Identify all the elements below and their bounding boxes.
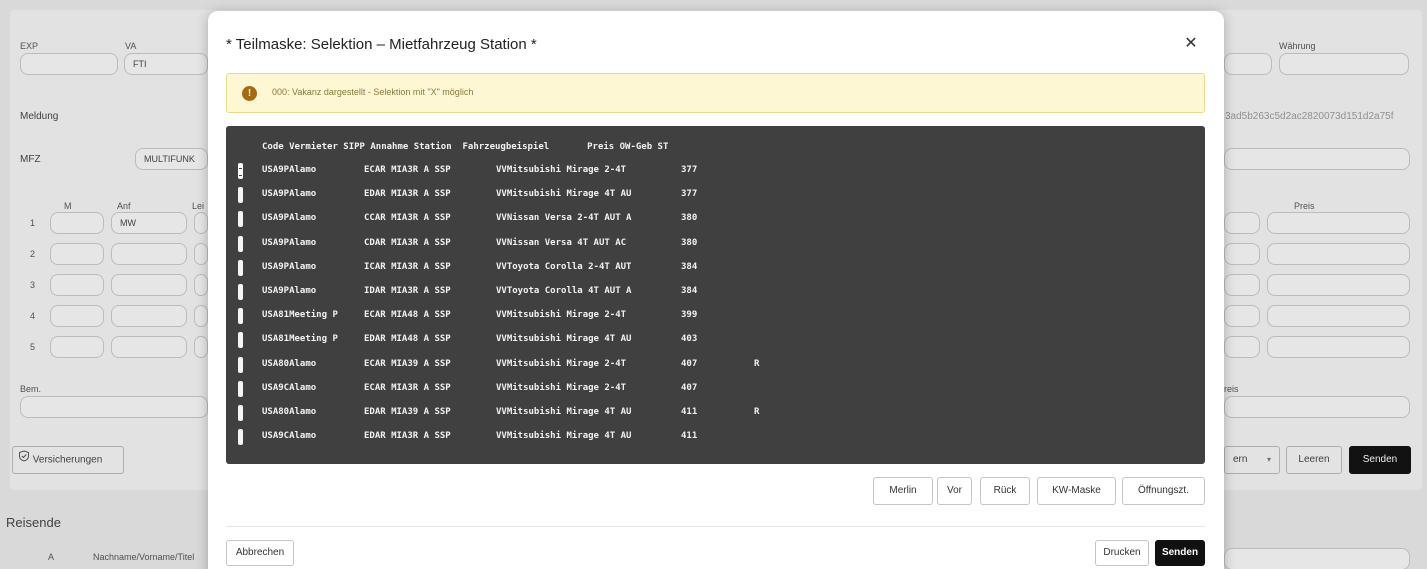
row-sipp: ICAR MIA3R A SSP — [364, 261, 451, 272]
drucken-button[interactable]: Drucken — [1095, 540, 1149, 566]
row-st: R — [754, 407, 760, 417]
row-sipp: CCAR MIA3R A SSP — [364, 213, 451, 224]
row-code: USA9CAlamo — [262, 382, 317, 393]
terminal-header: Code Vermieter SIPP Annahme Station Fahr… — [262, 142, 669, 152]
row-car: VVMitsubishi Mirage 2-4T — [496, 382, 627, 393]
row-price: 384 — [681, 286, 698, 296]
oeffnungszeiten-button[interactable]: Öffnungszt. — [1122, 477, 1205, 505]
row-sipp: ECAR MIA3R A SSP — [364, 382, 451, 393]
modal-title: * Teilmaske: Selektion – Mietfahrzeug St… — [226, 36, 537, 53]
selection-field[interactable] — [238, 380, 243, 397]
row-code: USA9PAlamo — [262, 213, 317, 224]
selection-field[interactable] — [238, 187, 243, 204]
row-st: R — [754, 358, 760, 369]
terminal-row[interactable]: USA9CAlamo ECAR MIA3R A SSP VVMitsubishi M… — [226, 378, 1205, 402]
row-code: USA81Meeting P — [262, 334, 338, 345]
row-sipp: CDAR MIA3R A SSP — [364, 237, 451, 248]
close-icon: ✕ — [1184, 35, 1198, 52]
row-sipp: EDAR MIA39 A SSP — [364, 407, 451, 417]
row-code: USA9PAlamo — [262, 165, 317, 175]
row-price: 411 — [681, 407, 698, 417]
terminal-row[interactable]: USA80Alamo ECAR MIA39 A SSP VVMitsubishi M… — [226, 354, 1205, 378]
selection-field[interactable] — [238, 235, 243, 252]
close-button[interactable]: ✕ — [1180, 33, 1202, 55]
row-car: VVMitsubishi Mirage 4T AU — [496, 334, 632, 345]
modal-divider — [226, 526, 1205, 527]
vor-button[interactable]: Vor — [937, 477, 972, 505]
row-code: USA9PAlamo — [262, 189, 317, 200]
row-car: VVNissan Versa 4T AUT AC — [496, 237, 627, 248]
terminal-row[interactable]: USA9PAlamo IDAR MIA3R A SSP VVToyota Corol… — [226, 281, 1205, 305]
row-car: VVToyota Corolla 4T AUT A — [496, 286, 632, 296]
selection-modal: * Teilmaske: Selektion – Mietfahrzeug St… — [208, 11, 1224, 569]
abbrechen-button[interactable]: Abbrechen — [226, 540, 294, 566]
row-car: VVToyota Corolla 2-4T AUT — [496, 261, 632, 272]
row-car: VVMitsubishi Mirage 4T AU — [496, 407, 632, 417]
row-code: USA81Meeting P — [262, 310, 338, 321]
row-code: USA9PAlamo — [262, 237, 317, 248]
row-car: VVMitsubishi Mirage 2-4T — [496, 165, 627, 175]
row-code: USA9CAlamo — [262, 431, 317, 442]
selection-field[interactable] — [238, 405, 243, 421]
selection-field[interactable] — [238, 308, 243, 325]
terminal-row[interactable]: USA80Alamo EDAR MIA39 A SSP VVMitsubishi M… — [226, 402, 1205, 426]
selection-field[interactable] — [238, 259, 243, 276]
row-price: 380 — [681, 213, 698, 224]
row-car: VVMitsubishi Mirage 4T AU — [496, 189, 632, 200]
warning-icon: ! — [242, 86, 257, 101]
row-car: VVNissan Versa 2-4T AUT A — [496, 213, 632, 224]
merlin-button[interactable]: Merlin — [873, 477, 933, 505]
terminal-row[interactable]: USA9PAlamo ECAR MIA3R A SSP VVMitsubishi M… — [226, 160, 1205, 184]
selection-field[interactable] — [238, 429, 243, 446]
row-price: 403 — [681, 334, 698, 345]
rueck-button[interactable]: Rück — [980, 477, 1030, 505]
senden-button[interactable]: Senden — [1155, 540, 1205, 566]
terminal-row[interactable]: USA9PAlamo EDAR MIA3R A SSP VVMitsubishi M… — [226, 184, 1205, 208]
row-price: 407 — [681, 382, 698, 393]
row-code: USA80Alamo — [262, 358, 317, 369]
row-sipp: IDAR MIA3R A SSP — [364, 286, 451, 296]
terminal-row[interactable]: USA81Meeting P ECAR MIA48 A SSP VVMitsubis… — [226, 305, 1205, 329]
row-sipp: ECAR MIA3R A SSP — [364, 165, 451, 175]
row-price: 411 — [681, 431, 698, 442]
row-code: USA80Alamo — [262, 407, 317, 417]
terminal-row[interactable]: USA9PAlamo CDAR MIA3R A SSP VVNissan Versa… — [226, 233, 1205, 257]
row-sipp: EDAR MIA3R A SSP — [364, 189, 451, 200]
row-price: 377 — [681, 165, 698, 175]
row-car: VVMitsubishi Mirage 4T AU — [496, 431, 632, 442]
terminal-row[interactable]: USA9PAlamo CCAR MIA3R A SSP VVNissan Versa… — [226, 208, 1205, 232]
row-price: 377 — [681, 189, 698, 200]
kw-maske-button[interactable]: KW-Maske — [1037, 477, 1116, 505]
row-sipp: EDAR MIA3R A SSP — [364, 431, 451, 442]
warning-text: 000: Vakanz dargestellt - Selektion mit … — [272, 87, 474, 97]
row-price: 384 — [681, 261, 698, 272]
row-code: USA9PAlamo — [262, 261, 317, 272]
row-price: 380 — [681, 237, 698, 248]
row-sipp: EDAR MIA48 A SSP — [364, 334, 451, 345]
selection-field[interactable] — [238, 284, 243, 300]
row-price: 399 — [681, 310, 698, 321]
selection-field[interactable] — [238, 163, 243, 179]
row-car: VVMitsubishi Mirage 2-4T — [496, 310, 627, 321]
terminal-row[interactable]: USA81Meeting P EDAR MIA48 A SSP VVMitsubis… — [226, 329, 1205, 353]
warning-banner: ! 000: Vakanz dargestellt - Selektion mi… — [226, 73, 1205, 113]
row-sipp: ECAR MIA48 A SSP — [364, 310, 451, 321]
terminal-row[interactable]: USA9PAlamo ICAR MIA3R A SSP VVToyota Corol… — [226, 257, 1205, 281]
row-code: USA9PAlamo — [262, 286, 317, 296]
row-car: VVMitsubishi Mirage 2-4T — [496, 358, 627, 369]
row-sipp: ECAR MIA39 A SSP — [364, 358, 451, 369]
selection-field[interactable] — [238, 211, 243, 228]
selection-field[interactable] — [238, 356, 243, 373]
row-price: 407 — [681, 358, 698, 369]
selection-terminal: Code Vermieter SIPP Annahme Station Fahr… — [226, 126, 1205, 464]
selection-field[interactable] — [238, 332, 243, 349]
terminal-row[interactable]: USA9CAlamo EDAR MIA3R A SSP VVMitsubishi M… — [226, 426, 1205, 450]
